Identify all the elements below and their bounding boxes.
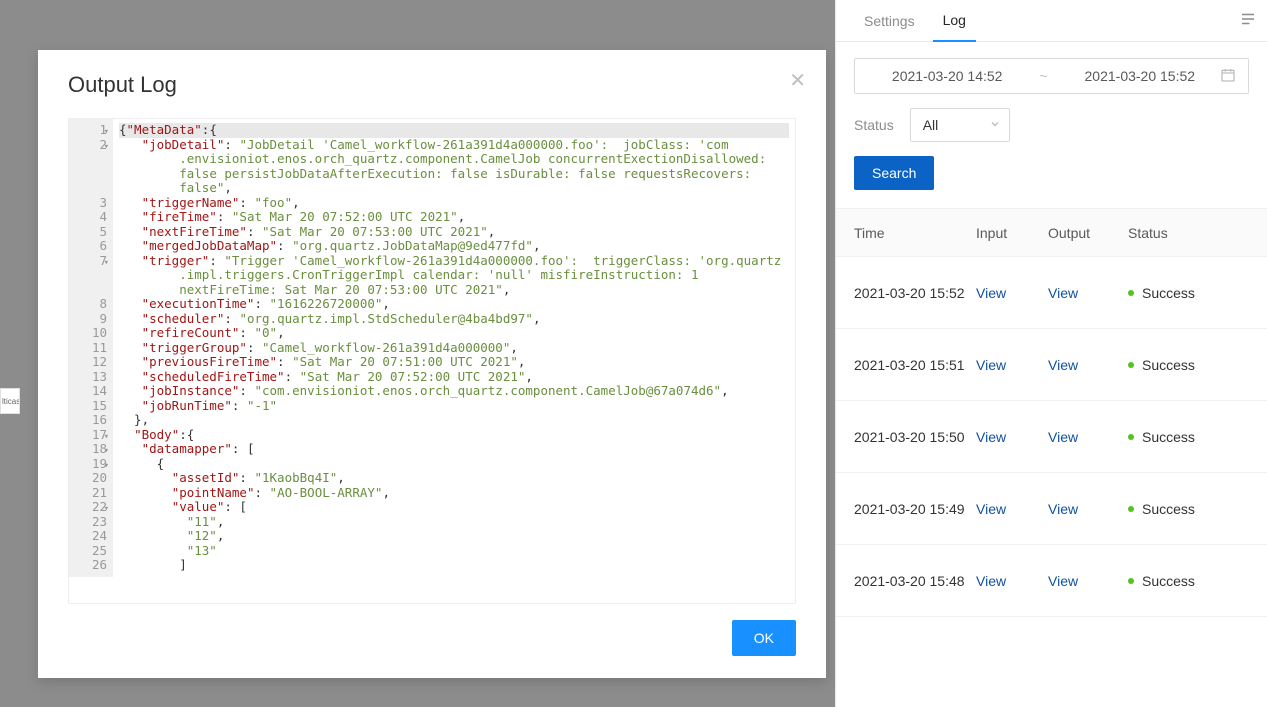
status-dot-icon — [1128, 506, 1134, 512]
cell-status: Success — [1128, 429, 1249, 445]
view-input-link[interactable]: View — [976, 501, 1006, 517]
cell-time: 2021-03-20 15:50 — [854, 429, 976, 445]
date-sep: ~ — [1039, 68, 1047, 84]
ok-button[interactable]: OK — [732, 620, 796, 656]
cell-time: 2021-03-20 15:51 — [854, 357, 976, 373]
status-select[interactable]: All — [910, 108, 1010, 142]
code-body: {"MetaData":{ "jobDetail": "JobDetail 'C… — [113, 119, 795, 577]
view-output-link[interactable]: View — [1048, 573, 1078, 589]
status-select-value: All — [923, 117, 939, 133]
close-icon[interactable]: ✕ — [789, 68, 806, 93]
calendar-icon — [1220, 67, 1236, 86]
modal-footer: OK — [38, 604, 826, 678]
log-side-panel: Settings Log 2021-03-20 14:52 ~ 2021-03-… — [835, 0, 1267, 707]
line-gutter: 1▾2▾34567▾891011121314151617▾18▾19▾20212… — [69, 119, 113, 577]
date-to: 2021-03-20 15:52 — [1060, 68, 1220, 84]
date-from: 2021-03-20 14:52 — [867, 68, 1027, 84]
status-dot-icon — [1128, 362, 1134, 368]
modal-title: Output Log — [68, 72, 796, 98]
log-table: Time Input Output Status 2021-03-20 15:5… — [836, 208, 1267, 617]
view-input-link[interactable]: View — [976, 573, 1006, 589]
filters: 2021-03-20 14:52 ~ 2021-03-20 15:52 Stat… — [836, 42, 1267, 208]
view-output-link[interactable]: View — [1048, 357, 1078, 373]
view-output-link[interactable]: View — [1048, 429, 1078, 445]
status-label: Status — [854, 117, 894, 133]
view-input-link[interactable]: View — [976, 429, 1006, 445]
log-table-header: Time Input Output Status — [836, 209, 1267, 257]
tabs-bar: Settings Log — [836, 0, 1267, 42]
table-row: 2021-03-20 15:51ViewViewSuccess — [836, 329, 1267, 401]
tab-settings[interactable]: Settings — [854, 0, 925, 42]
table-row: 2021-03-20 15:50ViewViewSuccess — [836, 401, 1267, 473]
modal-header: Output Log ✕ — [38, 50, 826, 110]
search-button[interactable]: Search — [854, 156, 934, 190]
background-fragment: lticast — [0, 388, 20, 414]
cell-status: Success — [1128, 357, 1249, 373]
view-output-link[interactable]: View — [1048, 501, 1078, 517]
table-row: 2021-03-20 15:48ViewViewSuccess — [836, 545, 1267, 617]
view-output-link[interactable]: View — [1048, 285, 1078, 301]
status-dot-icon — [1128, 290, 1134, 296]
cell-status: Success — [1128, 573, 1249, 589]
cell-time: 2021-03-20 15:52 — [854, 285, 976, 301]
status-filter-row: Status All — [854, 108, 1249, 142]
cell-status: Success — [1128, 501, 1249, 517]
status-dot-icon — [1128, 578, 1134, 584]
chevron-down-icon — [989, 117, 1001, 133]
cell-status: Success — [1128, 285, 1249, 301]
code-scroll[interactable]: 1▾2▾34567▾891011121314151617▾18▾19▾20212… — [69, 119, 795, 603]
code-viewer: 1▾2▾34567▾891011121314151617▾18▾19▾20212… — [68, 118, 796, 604]
col-header-status: Status — [1128, 225, 1249, 241]
cell-time: 2021-03-20 15:48 — [854, 573, 976, 589]
col-header-input: Input — [976, 225, 1048, 241]
col-header-time: Time — [854, 225, 976, 241]
view-input-link[interactable]: View — [976, 285, 1006, 301]
cell-time: 2021-03-20 15:49 — [854, 501, 976, 517]
output-log-modal: Output Log ✕ 1▾2▾34567▾89101112131415161… — [38, 50, 826, 678]
table-row: 2021-03-20 15:52ViewViewSuccess — [836, 257, 1267, 329]
date-range-picker[interactable]: 2021-03-20 14:52 ~ 2021-03-20 15:52 — [854, 58, 1249, 94]
view-input-link[interactable]: View — [976, 357, 1006, 373]
table-row: 2021-03-20 15:49ViewViewSuccess — [836, 473, 1267, 545]
status-dot-icon — [1128, 434, 1134, 440]
tab-log[interactable]: Log — [933, 0, 976, 42]
collapse-panel-icon[interactable] — [1239, 10, 1257, 31]
col-header-output: Output — [1048, 225, 1128, 241]
